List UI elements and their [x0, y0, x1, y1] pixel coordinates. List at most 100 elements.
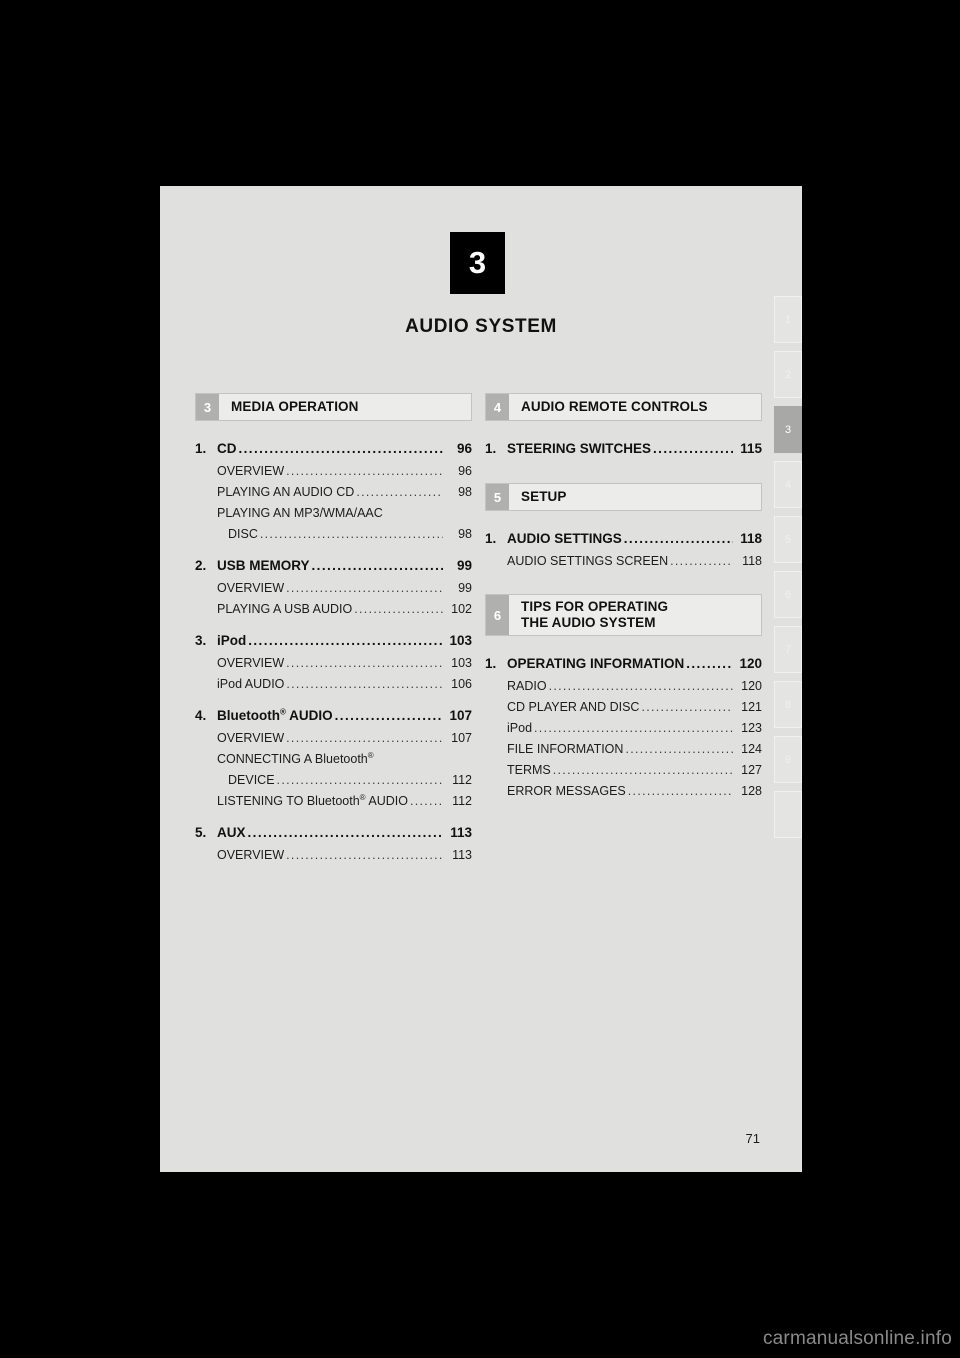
leader-dots: ........................................…	[623, 531, 733, 546]
leader-dots: ........................................…	[248, 633, 443, 648]
toc-sub-entry[interactable]: OVERVIEW................................…	[195, 728, 472, 749]
toc-page-number: 99	[458, 581, 472, 595]
section-number-badge: 5	[486, 484, 509, 510]
section-header-bar[interactable]: 4 AUDIO REMOTE CONTROLS	[485, 393, 762, 421]
chapter-tab-1[interactable]: 1	[774, 296, 802, 343]
toc-page-number: 96	[458, 464, 472, 478]
toc-sub-entry[interactable]: OVERVIEW................................…	[195, 845, 472, 866]
leader-dots: ........................................…	[259, 527, 443, 541]
toc-main-entry[interactable]: 1. OPERATING INFORMATION.................…	[485, 653, 762, 674]
toc-page-number: 106	[451, 677, 472, 691]
chapter-tab-2[interactable]: 2	[774, 351, 802, 398]
chapter-tab-strip: 1 2 3 4 5 6 7 8 9	[774, 296, 802, 846]
toc-main-entry[interactable]: 4. Bluetooth® AUDIO......................…	[195, 705, 472, 726]
site-watermark: carmanualsonline.info	[762, 1328, 952, 1349]
leader-dots: ........................................…	[552, 763, 733, 777]
toc-sub-entry[interactable]: TERMS...................................…	[485, 760, 762, 781]
toc-entry-index: 1.	[195, 441, 207, 456]
registered-trademark-icon: ®	[359, 792, 366, 802]
toc-entry-title: iPod	[217, 633, 247, 648]
section-number-badge: 3	[196, 394, 219, 420]
toc-main-entry[interactable]: 1. CD....................................…	[195, 438, 472, 459]
leader-dots: ........................................…	[311, 558, 443, 573]
leader-dots: ........................................…	[286, 848, 443, 862]
leader-dots: ........................................…	[354, 602, 443, 616]
chapter-tab-blank[interactable]	[774, 791, 802, 838]
toc-page-number: 102	[451, 602, 472, 616]
section-header-line-2: THE AUDIO SYSTEM	[521, 615, 656, 630]
toc-main-entry[interactable]: 1. STEERING SWITCHES.....................…	[485, 438, 762, 459]
chapter-tab-6[interactable]: 6	[774, 571, 802, 618]
toc-page-number: 98	[458, 485, 472, 499]
section-number-badge: 4	[486, 394, 509, 420]
toc-main-entry[interactable]: 3. iPod..................................…	[195, 630, 472, 651]
leader-dots: ........................................…	[276, 773, 443, 787]
toc-entry-title: ERROR MESSAGES	[507, 784, 626, 798]
chapter-tab-3[interactable]: 3	[774, 406, 802, 453]
chapter-tab-8[interactable]: 8	[774, 681, 802, 728]
chapter-tab-4[interactable]: 4	[774, 461, 802, 508]
toc-sub-entry[interactable]: PLAYING A USB AUDIO.....................…	[195, 599, 472, 620]
leader-dots: ........................................…	[286, 464, 443, 478]
toc-entry-title: OVERVIEW	[217, 731, 285, 745]
toc-sub-entry[interactable]: PLAYING AN AUDIO CD.....................…	[195, 482, 472, 503]
entry-spacer	[195, 620, 472, 630]
leader-dots: ........................................…	[641, 700, 733, 714]
leader-dots: ........................................…	[356, 485, 443, 499]
page-number: 71	[745, 1131, 760, 1146]
leader-dots: ........................................…	[409, 794, 443, 808]
toc-page-number: 99	[456, 558, 472, 573]
toc-sub-entry-continuation[interactable]: DEVICE..................................…	[195, 770, 472, 791]
toc-entry-title: OPERATING INFORMATION	[507, 656, 685, 671]
section-header-label: SETUP	[521, 489, 567, 504]
toc-entry-title: OVERVIEW	[217, 581, 285, 595]
leader-dots: ........................................…	[670, 554, 733, 568]
section-header-bar[interactable]: 6 TIPS FOR OPERATING THE AUDIO SYSTEM	[485, 594, 762, 636]
toc-main-entry[interactable]: 5. AUX...................................…	[195, 822, 472, 843]
chapter-tab-5[interactable]: 5	[774, 516, 802, 563]
toc-sub-entry[interactable]: iPod....................................…	[485, 718, 762, 739]
toc-page-number: 118	[740, 531, 762, 546]
toc-page-number: 118	[742, 554, 762, 568]
toc-sub-entry[interactable]: OVERVIEW................................…	[195, 578, 472, 599]
toc-sub-entry[interactable]: ERROR MESSAGES..........................…	[485, 781, 762, 802]
toc-sub-entry[interactable]: AUDIO SETTINGS SCREEN...................…	[485, 551, 762, 572]
manual-page-sheet: 3 AUDIO SYSTEM 3 MEDIA OPERATION 1. CD.....…	[160, 186, 802, 1172]
toc-column-left: 3 MEDIA OPERATION 1. CD....................…	[195, 393, 472, 866]
toc-sub-entry[interactable]: CONNECTING A Bluetooth®	[195, 749, 472, 770]
toc-main-entry[interactable]: 1. AUDIO SETTINGS........................…	[485, 528, 762, 549]
toc-main-entry[interactable]: 2. USB MEMORY............................…	[195, 555, 472, 576]
toc-entry-title: CONNECTING A Bluetooth®	[217, 750, 374, 766]
leader-dots: ........................................…	[334, 708, 443, 723]
toc-entry-index: 2.	[195, 558, 207, 573]
toc-page-number: 115	[740, 441, 762, 456]
toc-entry-title: CD PLAYER AND DISC	[507, 700, 640, 714]
section-header-label: MEDIA OPERATION	[231, 399, 359, 414]
toc-sub-entry[interactable]: RADIO...................................…	[485, 676, 762, 697]
toc-entry-index: 3.	[195, 633, 207, 648]
toc-entry-title: Bluetooth® AUDIO	[217, 707, 333, 723]
toc-page-number: 124	[741, 742, 762, 756]
chapter-tab-9[interactable]: 9	[774, 736, 802, 783]
toc-sub-entry[interactable]: FILE INFORMATION........................…	[485, 739, 762, 760]
toc-entry-title: FILE INFORMATION	[507, 742, 624, 756]
toc-sub-entry[interactable]: PLAYING AN MP3/WMA/AAC	[195, 503, 472, 524]
leader-dots: ........................................…	[625, 742, 733, 756]
toc-page-number: 103	[451, 656, 472, 670]
toc-sub-entry[interactable]: LISTENING TO Bluetooth® AUDIO...........…	[195, 791, 472, 812]
toc-sub-entry[interactable]: iPod AUDIO..............................…	[195, 674, 472, 695]
chapter-tab-7[interactable]: 7	[774, 626, 802, 673]
toc-page-number: 113	[452, 848, 472, 862]
toc-sub-entry[interactable]: CD PLAYER AND DISC......................…	[485, 697, 762, 718]
section-header-bar[interactable]: 3 MEDIA OPERATION	[195, 393, 472, 421]
toc-sub-entry[interactable]: OVERVIEW................................…	[195, 653, 472, 674]
section-header-label: AUDIO REMOTE CONTROLS	[521, 399, 708, 414]
toc-entry-title: DISC	[228, 527, 258, 541]
section-header-bar[interactable]: 5 SETUP	[485, 483, 762, 511]
toc-sub-entry-continuation[interactable]: DISC....................................…	[195, 524, 472, 545]
toc-sub-entry[interactable]: OVERVIEW................................…	[195, 461, 472, 482]
toc-entry-title: USB MEMORY	[217, 558, 310, 573]
toc-column-right: 4 AUDIO REMOTE CONTROLS 1. STEERING SWITCHE…	[485, 393, 762, 802]
toc-entry-index: 5.	[195, 825, 207, 840]
